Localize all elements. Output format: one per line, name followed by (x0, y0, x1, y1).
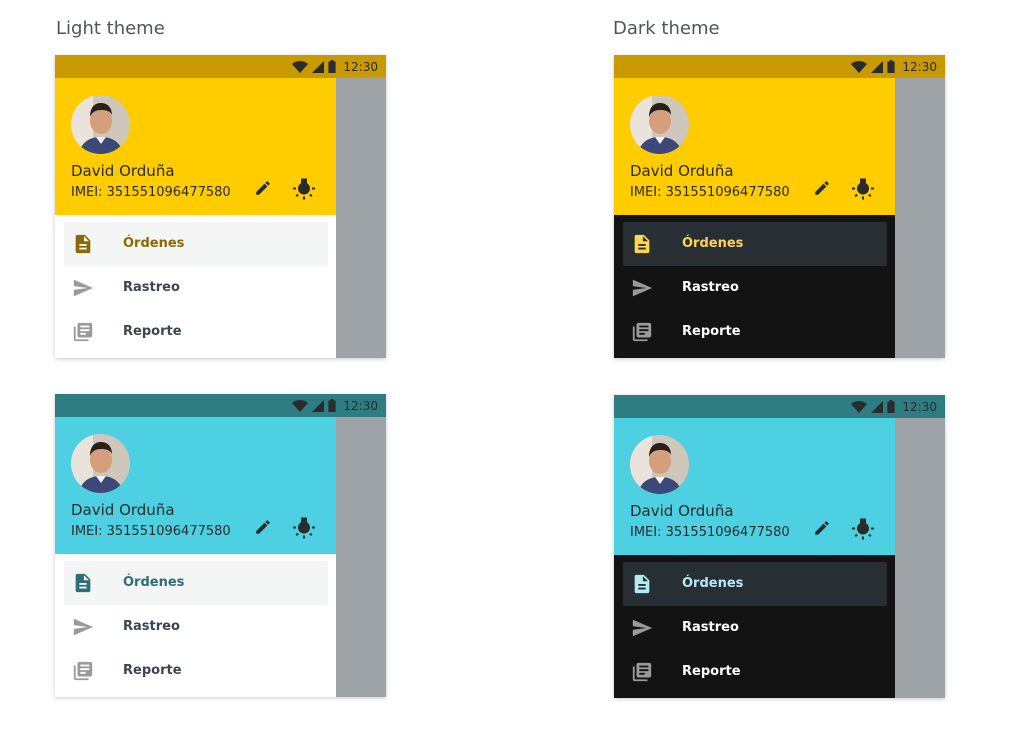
document-icon (72, 572, 94, 594)
send-icon (72, 277, 94, 299)
menu-item-rastreo[interactable]: Rastreo (64, 266, 328, 310)
lightbulb-icon[interactable] (851, 177, 875, 201)
status-time: 12:30 (902, 399, 937, 414)
menu-item-reporte[interactable]: Reporte (64, 649, 328, 693)
avatar[interactable] (71, 434, 130, 493)
user-imei: IMEI: 351551096477580 (71, 524, 231, 539)
signal-icon (312, 60, 325, 73)
battery-icon (887, 400, 896, 413)
menu-item-label: Rastreo (682, 620, 739, 635)
menu-item-label: Órdenes (123, 236, 185, 251)
drawer-header: David Orduña IMEI: 351551096477580 (55, 78, 336, 215)
send-icon (631, 277, 653, 299)
status-bar: 12:30 (614, 55, 945, 78)
menu-item-label: Reporte (682, 664, 741, 679)
menu-item-rastreo[interactable]: Rastreo (623, 266, 887, 310)
library-books-icon (631, 321, 653, 343)
menu-item-ordenes[interactable]: Órdenes (64, 222, 328, 266)
wifi-icon (292, 399, 309, 412)
user-name: David Orduña (630, 162, 734, 180)
user-imei: IMEI: 351551096477580 (630, 185, 790, 200)
navigation-drawer: David Orduña IMEI: 351551096477580 Órden… (55, 417, 336, 697)
user-imei: IMEI: 351551096477580 (71, 185, 231, 200)
menu-item-label: Rastreo (123, 619, 180, 634)
menu-item-label: Órdenes (123, 575, 185, 590)
lightbulb-icon[interactable] (292, 177, 316, 201)
wifi-icon (851, 400, 868, 413)
document-icon (631, 233, 653, 255)
menu-item-label: Rastreo (682, 280, 739, 295)
menu-item-label: Órdenes (682, 236, 744, 251)
menu-item-reporte[interactable]: Reporte (623, 650, 887, 694)
menu-item-label: Reporte (123, 663, 182, 678)
phone-dark-cyan: 12:30 David Orduña IMEI: 351551096477580 (614, 395, 945, 698)
menu-item-reporte[interactable]: Reporte (623, 310, 887, 354)
phone-dark-yellow: 12:30 David Orduña IMEI: 351551096477580 (614, 55, 945, 358)
menu-item-label: Rastreo (123, 280, 180, 295)
wifi-icon (292, 60, 309, 73)
avatar[interactable] (630, 95, 689, 154)
drawer-menu: Órdenes Rastreo Reporte (614, 215, 895, 358)
document-icon (72, 233, 94, 255)
edit-pencil-icon[interactable] (254, 179, 272, 197)
status-bar: 12:30 (614, 395, 945, 418)
edit-pencil-icon[interactable] (254, 518, 272, 536)
menu-item-ordenes[interactable]: Órdenes (64, 561, 328, 605)
user-name: David Orduña (71, 162, 175, 180)
phone-light-yellow: 12:30 David Orduña IMEI: 351551096477580 (55, 55, 386, 358)
navigation-drawer: David Orduña IMEI: 351551096477580 Órden… (614, 418, 895, 698)
menu-item-ordenes[interactable]: Órdenes (623, 562, 887, 606)
status-time: 12:30 (902, 59, 937, 74)
document-icon (631, 573, 653, 595)
library-books-icon (631, 661, 653, 683)
user-name: David Orduña (630, 502, 734, 520)
status-bar: 12:30 (55, 55, 386, 78)
drawer-menu: Órdenes Rastreo Reporte (55, 554, 336, 697)
drawer-header: David Orduña IMEI: 351551096477580 (55, 417, 336, 554)
menu-item-reporte[interactable]: Reporte (64, 310, 328, 354)
navigation-drawer: David Orduña IMEI: 351551096477580 Órden… (614, 78, 895, 358)
signal-icon (312, 399, 325, 412)
signal-icon (871, 400, 884, 413)
battery-icon (328, 60, 337, 73)
menu-item-rastreo[interactable]: Rastreo (64, 605, 328, 649)
send-icon (631, 617, 653, 639)
menu-item-label: Órdenes (682, 576, 744, 591)
menu-item-label: Reporte (682, 324, 741, 339)
send-icon (72, 616, 94, 638)
drawer-header: David Orduña IMEI: 351551096477580 (614, 418, 895, 555)
avatar[interactable] (630, 435, 689, 494)
menu-item-ordenes[interactable]: Órdenes (623, 222, 887, 266)
light-theme-title: Light theme (56, 18, 165, 39)
lightbulb-icon[interactable] (851, 517, 875, 541)
signal-icon (871, 60, 884, 73)
wifi-icon (851, 60, 868, 73)
edit-pencil-icon[interactable] (813, 519, 831, 537)
avatar[interactable] (71, 95, 130, 154)
status-bar: 12:30 (55, 394, 386, 417)
status-time: 12:30 (343, 59, 378, 74)
drawer-menu: Órdenes Rastreo Reporte (614, 555, 895, 698)
dark-theme-title: Dark theme (613, 18, 720, 39)
status-time: 12:30 (343, 398, 378, 413)
phone-light-cyan: 12:30 David Orduña IMEI: 351551096477580 (55, 394, 386, 697)
drawer-header: David Orduña IMEI: 351551096477580 (614, 78, 895, 215)
lightbulb-icon[interactable] (292, 516, 316, 540)
user-name: David Orduña (71, 501, 175, 519)
edit-pencil-icon[interactable] (813, 179, 831, 197)
navigation-drawer: David Orduña IMEI: 351551096477580 Órden… (55, 78, 336, 358)
library-books-icon (72, 321, 94, 343)
drawer-menu: Órdenes Rastreo Reporte (55, 215, 336, 358)
library-books-icon (72, 660, 94, 682)
battery-icon (328, 399, 337, 412)
menu-item-label: Reporte (123, 324, 182, 339)
menu-item-rastreo[interactable]: Rastreo (623, 606, 887, 650)
battery-icon (887, 60, 896, 73)
user-imei: IMEI: 351551096477580 (630, 525, 790, 540)
